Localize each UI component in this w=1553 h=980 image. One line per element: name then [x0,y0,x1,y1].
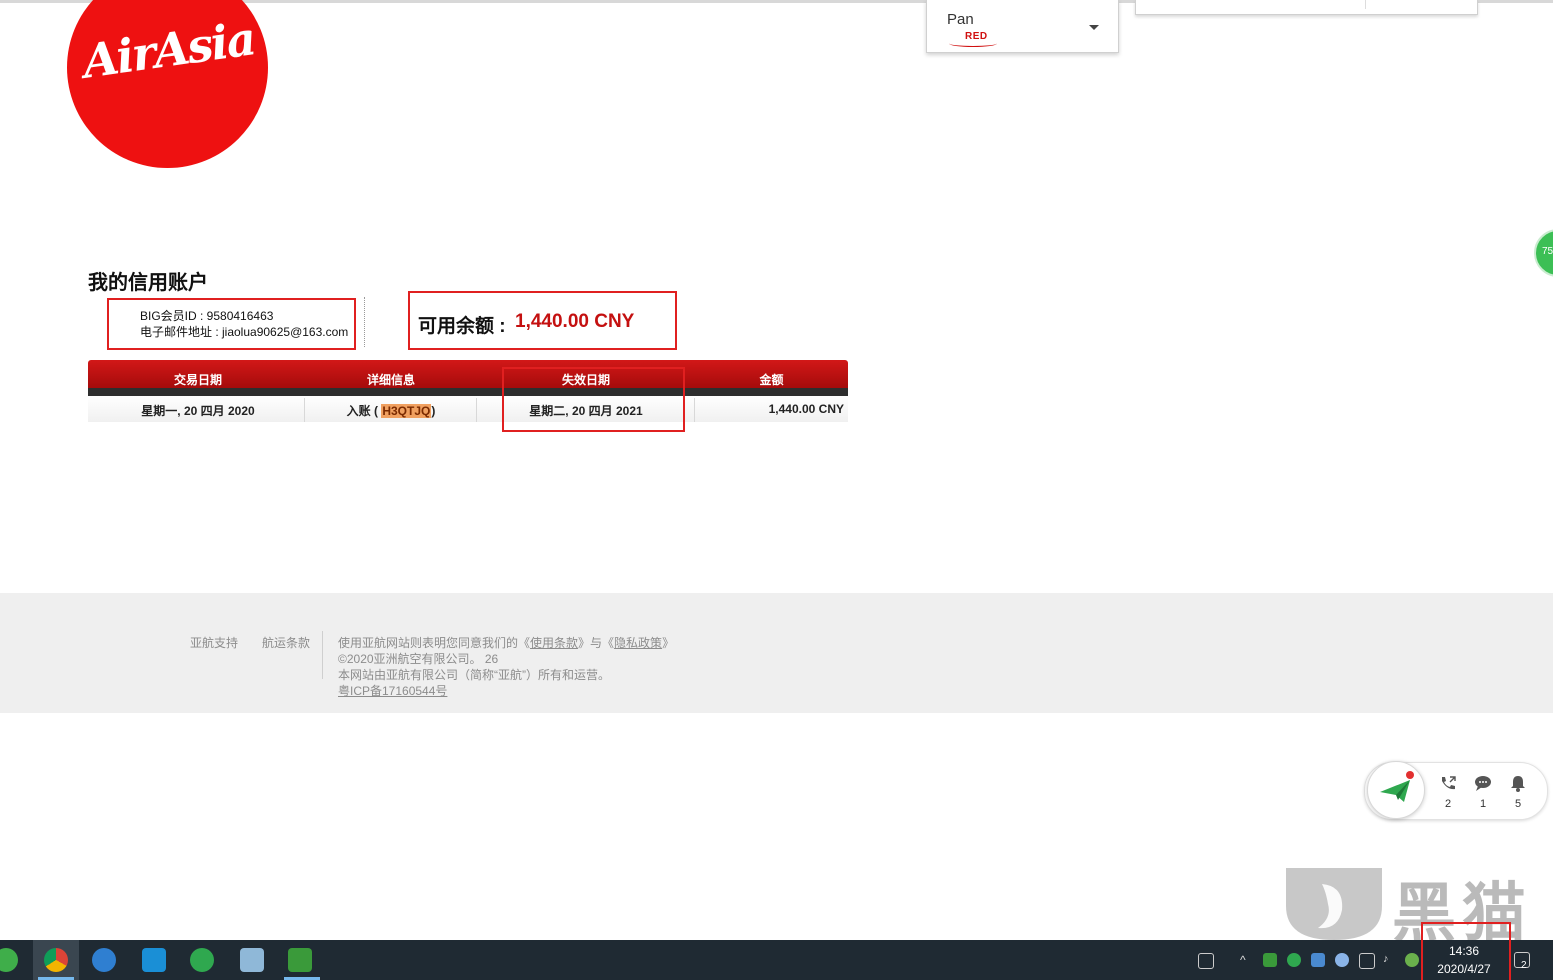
paper-plane-icon [1380,780,1410,802]
chevron-up-icon[interactable]: ^ [1240,953,1254,967]
table-header-band [88,388,848,396]
footer-copyright: ©2020亚洲航空有限公司。 26 [338,652,499,666]
member-id: BIG会员ID : 9580416463 [140,309,274,323]
detail-prefix: 入账 ( [346,404,382,418]
chat-bubble-icon[interactable] [1471,774,1495,797]
side-floating-widget[interactable]: 75 [1534,229,1553,277]
expiry-highlight [502,367,685,432]
booking-code[interactable]: H3QTJQ [381,404,432,418]
volume-icon[interactable]: ♪ [1383,953,1397,967]
user-menu-dropdown[interactable]: Pan RED [926,0,1119,53]
network-icon[interactable] [1359,953,1375,969]
tray-browser-icon[interactable] [1335,953,1349,967]
send-message-button[interactable] [1367,761,1425,819]
u-app-icon[interactable] [142,948,166,972]
chevron-down-icon[interactable] [1089,25,1099,30]
user-name: Pan [947,11,974,28]
notification-dot [1406,771,1414,779]
tray-rocket-icon[interactable] [1263,953,1277,967]
privacy-policy-link[interactable]: 隐私政策 [614,636,662,650]
terms-of-use-link[interactable]: 使用条款 [530,636,578,650]
document-icon[interactable] [240,948,264,972]
logo-text: AirAsia [79,11,258,89]
balance-label: 可用余额 : [418,316,506,337]
icp-license-link[interactable]: 粤ICP备17160544号 [338,682,447,699]
messenger-icon[interactable] [190,948,214,972]
terms-suffix: 》 [662,636,675,650]
member-email: 电子邮件地址 : jiaolua90625@163.com [140,325,349,339]
side-badge-text: 75 [1542,246,1553,257]
tray-security-icon[interactable] [1405,953,1419,967]
footer-operated-by: 本网站由亚航有限公司（简称“亚航”）所有和运营。 [338,668,610,682]
terms-prefix: 使用亚航网站则表明您同意我们的《 [338,636,531,650]
notification-count: 2 [1521,960,1527,971]
clock-highlight [1421,922,1511,980]
airasia-logo[interactable]: AirAsia [67,0,268,168]
footer-divider [322,631,323,679]
phone-icon[interactable] [1436,774,1460,797]
tray-app-icon[interactable] [1311,953,1325,967]
phone-count: 2 [1444,798,1452,810]
tier-swoosh-icon [949,40,997,47]
bell-icon[interactable] [1506,774,1530,797]
secondary-dropdown[interactable] [1135,0,1478,15]
chrome-icon[interactable] [44,948,68,972]
column-header-transaction-date: 交易日期 [173,373,222,387]
tray-messenger-icon[interactable] [1287,953,1301,967]
column-header-details: 详细信息 [366,373,415,387]
rocket-app-icon[interactable] [288,948,312,972]
bell-count: 5 [1514,798,1522,810]
terms-mid: 》与《 [578,636,615,650]
dropdown-divider [1365,0,1366,9]
footer-link-support[interactable]: 亚航支持 [190,634,238,651]
footer-link-carriage-terms[interactable]: 航运条款 [262,634,310,651]
detail-suffix: ) [431,404,436,418]
cell-transaction-date: 星期一, 20 四月 2020 [141,404,255,418]
cell-details: 入账 ( H3QTJQ) [305,402,477,419]
footer-terms-statement: 使用亚航网站则表明您同意我们的《使用条款》与《隐私政策》 [338,634,674,651]
site-footer [0,593,1553,713]
browser-icon[interactable] [92,948,116,972]
chat-count: 1 [1479,798,1487,810]
cell-amount: 1,440.00 CNY [768,402,844,416]
page-title: 我的信用账户 [88,272,208,294]
column-header-amount: 金额 [759,373,784,387]
info-divider [364,297,365,347]
balance-value: 1,440.00 CNY [515,311,635,332]
input-method-icon[interactable] [1198,953,1214,969]
